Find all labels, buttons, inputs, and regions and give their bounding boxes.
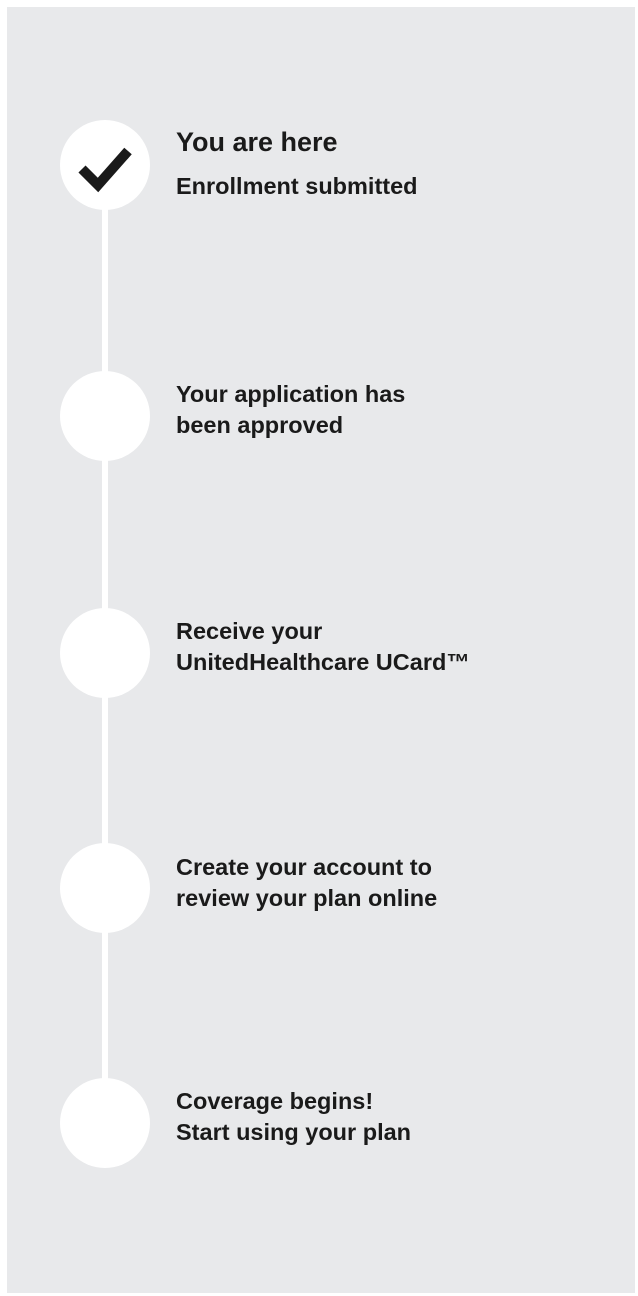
step-marker-upcoming xyxy=(60,843,150,933)
step-title-line-1: Your application has xyxy=(176,381,406,407)
you-are-here-label: You are here xyxy=(176,127,338,157)
step-title-line-2: UnitedHealthcare UCard™ xyxy=(176,649,470,675)
enrollment-timeline-panel: You are here Enrollment submitted Your a… xyxy=(7,7,635,1293)
step-title-line-1: Create your account to xyxy=(176,854,432,880)
step-title: Enrollment submitted xyxy=(176,173,418,199)
step-title-line-1: Coverage begins! xyxy=(176,1088,374,1114)
step-title-line-2: Start using your plan xyxy=(176,1119,412,1145)
step-text: Your application has been approved xyxy=(176,379,616,441)
step-marker-upcoming xyxy=(60,371,150,461)
step-text: Create your account to review your plan … xyxy=(176,852,616,914)
step-title-line-2: been approved xyxy=(176,412,344,438)
step-title-line-2: review your plan online xyxy=(176,885,438,911)
step-marker-upcoming xyxy=(60,608,150,698)
step-text: You are here Enrollment submitted xyxy=(176,124,616,202)
step-marker-completed xyxy=(60,120,150,210)
step-text: Coverage begins! Start using your plan xyxy=(176,1086,616,1148)
step-marker-upcoming xyxy=(60,1078,150,1168)
step-text: Receive your UnitedHealthcare UCard™ xyxy=(176,616,616,678)
check-icon xyxy=(78,147,132,193)
step-title-line-1: Receive your xyxy=(176,618,323,644)
